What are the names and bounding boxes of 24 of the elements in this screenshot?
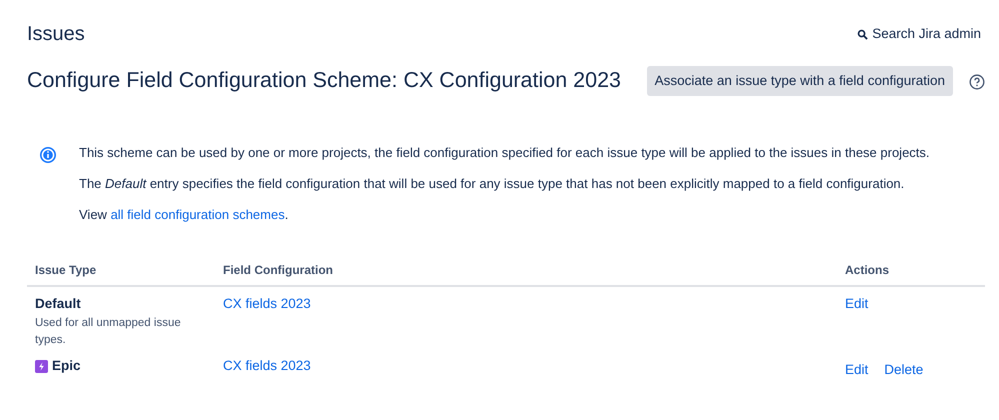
issue-type-name: Default — [35, 295, 81, 314]
info-text: This scheme can be used by one or more projects, the field configuration specified for each issue type will be applied to the issues in these projects. — [79, 144, 930, 162]
page-heading: Configure Field Configuration Scheme: CX Configuration 2023 — [27, 68, 621, 94]
associate-button[interactable]: Associate an issue type with a field configuration — [646, 66, 953, 96]
help-icon[interactable] — [969, 74, 985, 90]
action-link[interactable]: Edit — [845, 294, 868, 349]
search-link[interactable]: Search Jira admin — [857, 24, 981, 44]
page-title: Issues — [27, 22, 85, 46]
issue-type-name: Epic — [52, 357, 81, 375]
search-icon — [857, 28, 868, 40]
field-configuration-link[interactable]: CX fields 2023 — [223, 358, 311, 373]
field-configuration-link[interactable]: CX fields 2023 — [223, 296, 311, 312]
action-link[interactable]: Edit — [845, 360, 868, 380]
info-text: The Default entry specifies the field configuration that will be used for any issue type that has not been explicitly mapped to a field configuration. — [79, 175, 906, 192]
view-text: View — [79, 207, 108, 222]
issue-type-description: Used for all unmapped issue types. — [35, 316, 182, 348]
lightning-icon — [35, 360, 48, 373]
schemes-link[interactable]: all field configuration schemes — [110, 207, 285, 222]
action-link[interactable]: Delete — [884, 360, 924, 380]
column-header: Field Configuration — [223, 263, 333, 278]
column-header: Issue Type — [35, 263, 96, 278]
info-icon — [39, 146, 57, 164]
period-text: . — [284, 207, 288, 222]
column-header: Actions — [845, 263, 890, 278]
